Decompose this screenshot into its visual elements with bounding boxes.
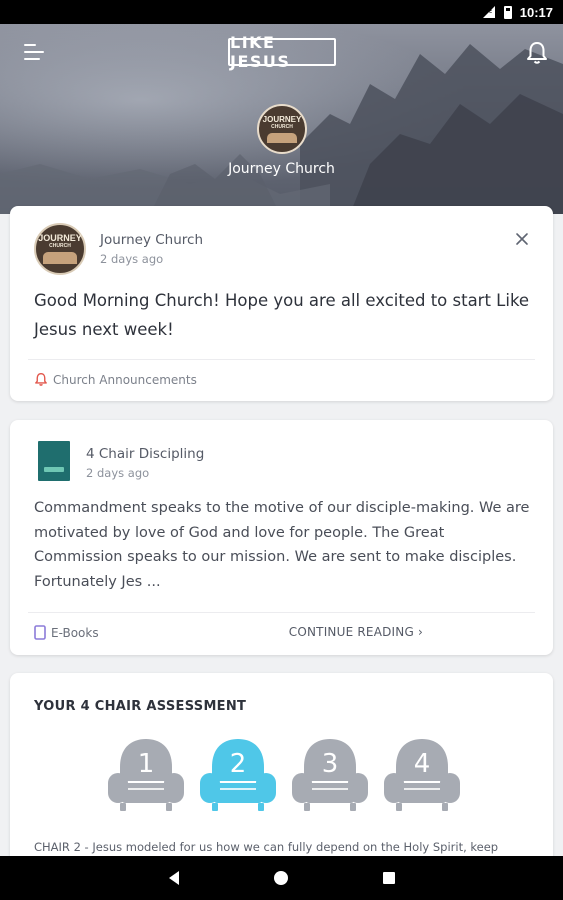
announcement-category-label: Church Announcements <box>53 372 197 387</box>
chair-option-4[interactable]: 4 <box>382 737 462 815</box>
church-avatar[interactable]: JOURNEY CHURCH <box>257 104 307 154</box>
chair-option-2[interactable]: 2 <box>198 737 278 815</box>
chevron-right-icon: › <box>418 625 423 639</box>
battery-icon <box>503 5 512 19</box>
continue-reading-link[interactable]: CONTINUE READING › <box>289 625 423 639</box>
header-banner: LIKE JESUS JOURNEY CHURCH Journey Church <box>0 24 563 214</box>
ebook-cover-thumbnail <box>38 441 70 481</box>
no-sim-icon: LTE <box>482 6 495 18</box>
chair-description: CHAIR 2 - Jesus modeled for us how we ca… <box>34 840 499 854</box>
ebook-category-label: E-Books <box>51 625 99 640</box>
ebook-title: 4 Chair Discipling <box>86 446 205 462</box>
app-logo: LIKE JESUS <box>228 33 336 71</box>
home-circle-icon <box>274 871 289 885</box>
home-button[interactable] <box>272 869 290 887</box>
ebook-excerpt: Commandment speaks to the motive of our … <box>34 500 530 590</box>
back-triangle-icon <box>168 871 179 885</box>
system-navigation-bar <box>0 856 563 900</box>
announcement-time: 2 days ago <box>100 252 164 266</box>
svg-text:LTE: LTE <box>484 9 492 15</box>
avatar-road-graphic <box>43 252 77 264</box>
avatar-text: JOURNEY <box>38 233 82 243</box>
card-divider <box>28 612 535 613</box>
notifications-bell-icon[interactable] <box>525 40 549 66</box>
continue-reading-label: CONTINUE READING <box>288 625 414 639</box>
menu-icon-line <box>24 51 44 53</box>
assessment-card[interactable]: YOUR 4 CHAIR ASSESSMENT 1 2 3 4 CHAIR 2 - J… <box>10 673 553 873</box>
chair-number: 4 <box>413 749 431 779</box>
chair-number: 2 <box>229 749 247 779</box>
announcement-category[interactable]: Church Announcements <box>34 372 197 387</box>
author-avatar: JOURNEY CHURCH <box>34 223 86 275</box>
ebook-category[interactable]: E-Books <box>34 625 99 640</box>
close-icon[interactable] <box>515 232 529 246</box>
back-button[interactable] <box>165 869 183 887</box>
menu-icon-line <box>24 58 40 60</box>
assessment-title: YOUR 4 CHAIR ASSESSMENT <box>34 699 247 714</box>
recents-button[interactable] <box>380 869 398 887</box>
chair-number: 3 <box>321 749 339 779</box>
chair-selector: 1 2 3 4 <box>106 737 462 815</box>
avatar-road-graphic <box>267 133 297 143</box>
chair-number: 1 <box>137 749 155 779</box>
church-name: Journey Church <box>228 161 335 177</box>
announcement-message: Good Morning Church! Hope you are all ex… <box>34 291 530 339</box>
bell-icon <box>35 373 47 386</box>
menu-icon-line <box>24 44 36 46</box>
avatar-subtext: CHURCH <box>271 124 293 130</box>
status-time: 10:17 <box>519 4 553 20</box>
recents-square-icon <box>383 872 396 884</box>
announcement-author: Journey Church <box>100 232 204 248</box>
ebook-time: 2 days ago <box>86 466 150 480</box>
avatar-subtext: CHURCH <box>49 243 71 249</box>
ebook-card[interactable]: 4 Chair Discipling 2 days ago Commandmen… <box>10 420 553 655</box>
chair-option-1[interactable]: 1 <box>106 737 186 815</box>
status-bar: LTE 10:17 <box>0 0 563 24</box>
card-divider <box>28 359 535 360</box>
avatar-text: JOURNEY <box>262 115 302 124</box>
menu-button[interactable] <box>24 44 46 62</box>
chair-option-3[interactable]: 3 <box>290 737 370 815</box>
book-icon <box>34 625 46 640</box>
announcement-card[interactable]: JOURNEY CHURCH Journey Church 2 days ago… <box>10 206 553 401</box>
